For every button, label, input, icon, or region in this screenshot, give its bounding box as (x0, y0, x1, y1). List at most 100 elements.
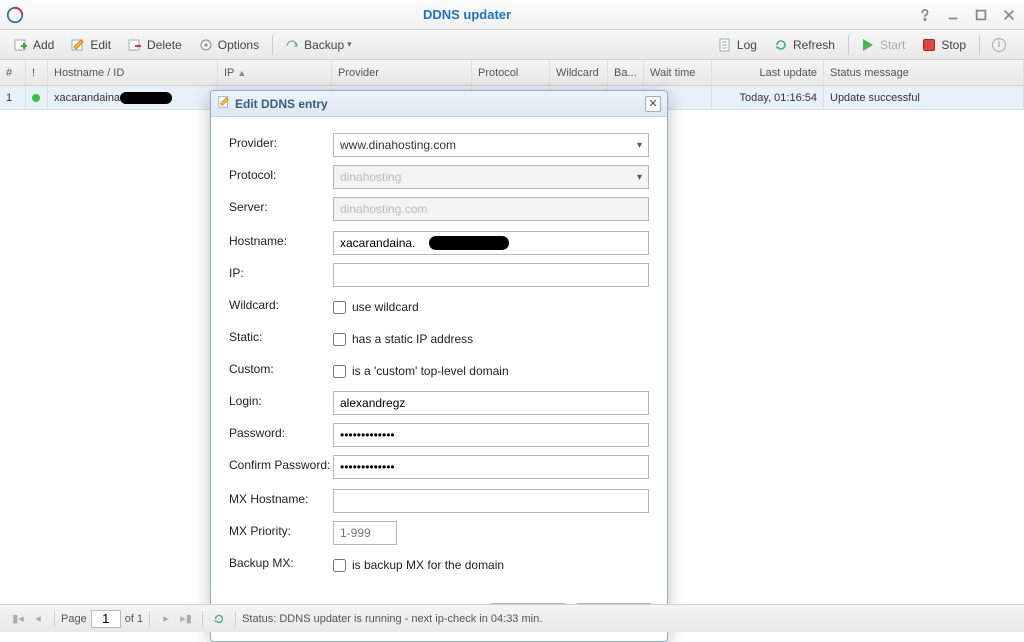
form-icon (217, 95, 231, 112)
add-icon (13, 37, 29, 53)
label-ip: IP: (229, 263, 333, 280)
dialog-header[interactable]: Edit DDNS entry ✕ (211, 91, 667, 117)
status-text: Status: DDNS updater is running - next i… (242, 613, 542, 625)
mxprio-input[interactable] (333, 521, 397, 545)
login-input[interactable] (333, 391, 649, 415)
label-password: Password: (229, 423, 333, 440)
page-next-button: ▸ (157, 610, 175, 628)
col-warn[interactable]: ! (26, 60, 48, 85)
label-server: Server: (229, 197, 333, 214)
sort-asc-icon: ▲ (237, 68, 246, 78)
mxhost-input[interactable] (333, 489, 649, 513)
label-provider: Provider: (229, 133, 333, 150)
custom-check-label: is a 'custom' top-level domain (352, 364, 509, 378)
hostname-input[interactable] (333, 231, 649, 255)
protocol-value: dinahosting (340, 170, 401, 184)
refresh-button[interactable]: Refresh (766, 33, 842, 57)
dialog-close-button[interactable]: ✕ (645, 96, 661, 112)
info-icon: i (991, 37, 1007, 53)
pager-refresh-button[interactable] (210, 610, 228, 628)
cell-status-dot (26, 86, 48, 109)
wildcard-checkbox[interactable]: use wildcard (333, 300, 649, 314)
minimize-button[interactable] (944, 6, 962, 24)
separator (202, 611, 203, 627)
toolbar-separator (848, 35, 849, 55)
col-protocol[interactable]: Protocol (472, 60, 550, 85)
page-input[interactable] (91, 610, 121, 628)
dialog-body: Provider: www.dinahosting.com▾ Protocol:… (211, 117, 667, 593)
toolbar-separator (979, 35, 980, 55)
start-button: Start (853, 33, 912, 57)
col-hostname[interactable]: Hostname / ID (48, 60, 218, 85)
label-login: Login: (229, 391, 333, 408)
refresh-label: Refresh (793, 38, 835, 52)
maximize-button[interactable] (972, 6, 990, 24)
edit-label: Edit (90, 38, 111, 52)
stop-label: Stop (941, 38, 966, 52)
start-label: Start (880, 38, 905, 52)
page-of: of 1 (125, 613, 143, 625)
options-button[interactable]: Options (191, 33, 266, 57)
help-button[interactable] (916, 6, 934, 24)
col-status[interactable]: Status message (824, 60, 1024, 85)
label-custom: Custom: (229, 359, 333, 376)
col-num[interactable]: # (0, 60, 26, 85)
password-input[interactable] (333, 423, 649, 447)
add-button[interactable]: Add (6, 33, 61, 57)
col-wildcard[interactable]: Wildcard (550, 60, 608, 85)
protocol-select: dinahosting ▾ (333, 165, 649, 189)
col-ip[interactable]: IP▲ (218, 60, 332, 85)
col-backup[interactable]: Ba... (608, 60, 644, 85)
provider-value: www.dinahosting.com (340, 138, 456, 152)
cell-statusmsg: Update successful (824, 86, 1024, 109)
backupmx-check-label: is backup MX for the domain (352, 558, 504, 572)
play-icon (860, 37, 876, 53)
log-icon (717, 37, 733, 53)
window-title: DDNS updater (28, 7, 906, 22)
separator (54, 611, 55, 627)
provider-select[interactable]: www.dinahosting.com▾ (333, 133, 649, 157)
separator (149, 611, 150, 627)
options-icon (198, 37, 214, 53)
cell-num: 1 (0, 86, 26, 109)
backup-button[interactable]: Backup▾ (277, 33, 359, 57)
page-prev-button: ◂ (29, 610, 47, 628)
status-ok-icon (32, 94, 40, 102)
stop-button[interactable]: Stop (914, 33, 973, 57)
statusbar: ▮◂ ◂ Page of 1 ▸ ▸▮ Status: DDNS updater… (0, 604, 1024, 632)
label-mxhost: MX Hostname: (229, 489, 333, 506)
server-input (333, 197, 649, 221)
col-lastupdate[interactable]: Last update (712, 60, 824, 85)
backupmx-checkbox[interactable]: is backup MX for the domain (333, 558, 649, 572)
label-protocol: Protocol: (229, 165, 333, 182)
info-button[interactable]: i (984, 33, 1018, 57)
backup-icon (284, 37, 300, 53)
toolbar: Add Edit Delete Options Backup▾ Log Refr… (0, 30, 1024, 60)
confirm-password-input[interactable] (333, 455, 649, 479)
label-wildcard: Wildcard: (229, 295, 333, 312)
edit-button[interactable]: Edit (63, 33, 118, 57)
cell-lastupdate: Today, 01:16:54 (712, 86, 824, 109)
col-wait[interactable]: Wait time (644, 60, 712, 85)
chevron-down-icon: ▾ (347, 39, 352, 50)
redacted-icon (120, 92, 172, 104)
options-label: Options (218, 38, 259, 52)
col-provider[interactable]: Provider (332, 60, 472, 85)
static-checkbox[interactable]: has a static IP address (333, 332, 649, 346)
custom-checkbox[interactable]: is a 'custom' top-level domain (333, 364, 649, 378)
delete-icon (127, 37, 143, 53)
delete-button[interactable]: Delete (120, 33, 189, 57)
close-button[interactable] (1000, 6, 1018, 24)
app-icon (6, 6, 24, 24)
separator (235, 611, 236, 627)
backup-label: Backup (304, 38, 344, 52)
label-mxprio: MX Priority: (229, 521, 333, 538)
cell-hostname: xacarandaina (48, 86, 218, 109)
toolbar-separator (272, 35, 273, 55)
chevron-down-icon: ▾ (637, 172, 642, 183)
ip-input[interactable] (333, 263, 649, 287)
log-label: Log (737, 38, 757, 52)
label-static: Static: (229, 327, 333, 344)
refresh-icon (773, 37, 789, 53)
log-button[interactable]: Log (710, 33, 764, 57)
